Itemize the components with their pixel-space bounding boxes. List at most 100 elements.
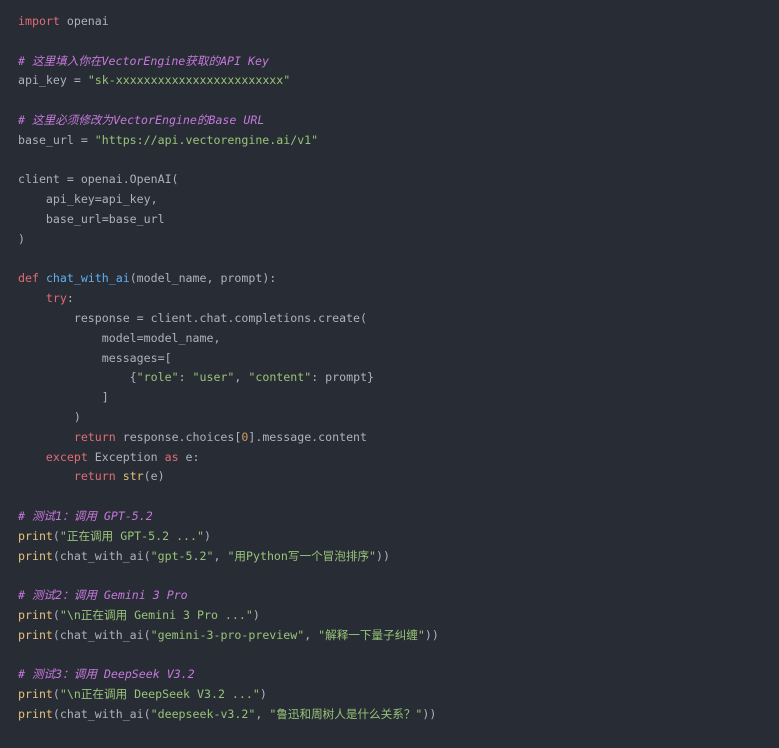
code-line: model=model_name, (18, 329, 779, 349)
code-token: base_url = (18, 132, 95, 147)
code-token: response = client.chat.completions.creat… (18, 310, 368, 325)
code-token: "content" (248, 370, 312, 385)
code-token: import (18, 14, 60, 28)
code-token: )) (376, 548, 390, 563)
code-token: api_key = (18, 73, 88, 88)
code-token: "user" (192, 370, 235, 385)
code-token: : (66, 291, 74, 306)
code-token: { (18, 370, 137, 385)
code-token: ) (18, 409, 81, 424)
code-token: "https://api.vectorengine.ai/v1" (94, 132, 319, 147)
code-line: print(chat_with_ai("gpt-5.2", "用Python写一… (18, 547, 779, 567)
code-token: print (18, 548, 53, 563)
code-token: : (178, 370, 193, 385)
code-token: ) (204, 528, 211, 543)
code-token: "解释一下量子纠缠" (318, 627, 425, 642)
code-token: "sk-xxxxxxxxxxxxxxxxxxxxxxxx" (87, 73, 291, 88)
code-line: api_key=api_key, (18, 190, 779, 210)
code-line: messages=[ (18, 349, 779, 369)
code-token: print (18, 687, 53, 702)
code-token: "鲁迅和周树人是什么关系？" (269, 706, 423, 721)
code-token: , (213, 548, 228, 563)
code-line: # 测试3：调用 DeepSeek V3.2 (18, 665, 779, 685)
code-token: "用Python写一个冒泡排序" (227, 548, 377, 563)
code-token: "gpt-5.2" (150, 548, 214, 563)
code-token: ) (259, 687, 267, 702)
code-token: , (304, 627, 319, 642)
code-line: client = openai.OpenAI( (18, 170, 779, 190)
code-token: , (255, 706, 270, 721)
code-token: ( (52, 687, 60, 702)
code-token: base_url=base_url (18, 211, 165, 226)
code-token: chat_with_ai (45, 271, 130, 286)
code-line: ) (18, 408, 779, 428)
code-line: base_url=base_url (18, 210, 779, 230)
code-token: ( (52, 607, 60, 622)
code-token: as (164, 449, 179, 464)
code-token: # 这里必须修改为VectorEngine的Base URL (18, 112, 265, 127)
code-token: (chat_with_ai( (52, 706, 151, 721)
code-token: "role" (136, 370, 179, 385)
code-line: api_key = "sk-xxxxxxxxxxxxxxxxxxxxxxxx" (18, 71, 779, 91)
code-line: def chat_with_ai(model_name, prompt): (18, 269, 779, 289)
code-line: return response.choices[0].message.conte… (18, 428, 779, 448)
code-token: # 测试2：调用 Gemini 3 Pro (18, 588, 188, 603)
code-token: print (18, 607, 53, 622)
code-token: openai (59, 14, 109, 28)
code-line: # 测试1：调用 GPT-5.2 (18, 507, 779, 527)
code-token: print (18, 627, 53, 642)
code-line: print("\n正在调用 DeepSeek V3.2 ...") (18, 685, 779, 705)
code-token: return (73, 469, 116, 484)
code-line: try: (18, 289, 779, 309)
code-line: import openai (18, 12, 779, 32)
code-token: except (45, 449, 88, 464)
code-token: : prompt} (311, 370, 375, 385)
code-token: (e) (143, 469, 165, 484)
code-token: Exception (87, 449, 165, 464)
code-token: (chat_with_ai( (52, 548, 151, 563)
code-line: return str(e) (18, 467, 779, 487)
code-token: ] (18, 390, 109, 405)
code-token: ) (18, 231, 25, 246)
code-token: "deepseek-v3.2" (150, 706, 256, 721)
code-token: str (122, 469, 144, 484)
code-token: )) (422, 706, 437, 721)
code-token: # 测试3：调用 DeepSeek V3.2 (18, 667, 195, 682)
code-line: print(chat_with_ai("deepseek-v3.2", "鲁迅和… (18, 705, 779, 725)
code-token: return (73, 429, 116, 444)
code-block: import openai # 这里填入你在VectorEngine获取的API … (0, 0, 779, 748)
code-token: # 测试1：调用 GPT-5.2 (18, 508, 153, 523)
code-token: e: (178, 449, 200, 464)
code-line: response = client.chat.completions.creat… (18, 309, 779, 329)
code-token: , (234, 370, 249, 385)
code-token: messages=[ (18, 350, 172, 365)
code-token: response.choices[ (115, 429, 242, 444)
code-line: except Exception as e: (18, 448, 779, 468)
code-token: "正在调用 GPT-5.2 ..." (59, 528, 204, 543)
code-token: "\n正在调用 DeepSeek V3.2 ..." (59, 687, 260, 702)
code-token: (chat_with_ai( (52, 627, 151, 642)
code-token: ( (52, 528, 60, 543)
code-token: client = openai.OpenAI( (18, 172, 179, 187)
code-token: )) (424, 627, 439, 642)
code-token: model=model_name, (18, 330, 221, 345)
code-line: base_url = "https://api.vectorengine.ai/… (18, 131, 779, 151)
code-token: print (18, 706, 53, 721)
code-token: try (45, 291, 67, 306)
code-line: print("\n正在调用 Gemini 3 Pro ...") (18, 606, 779, 626)
code-line: ) (18, 230, 779, 250)
code-token: "\n正在调用 Gemini 3 Pro ..." (59, 607, 253, 622)
